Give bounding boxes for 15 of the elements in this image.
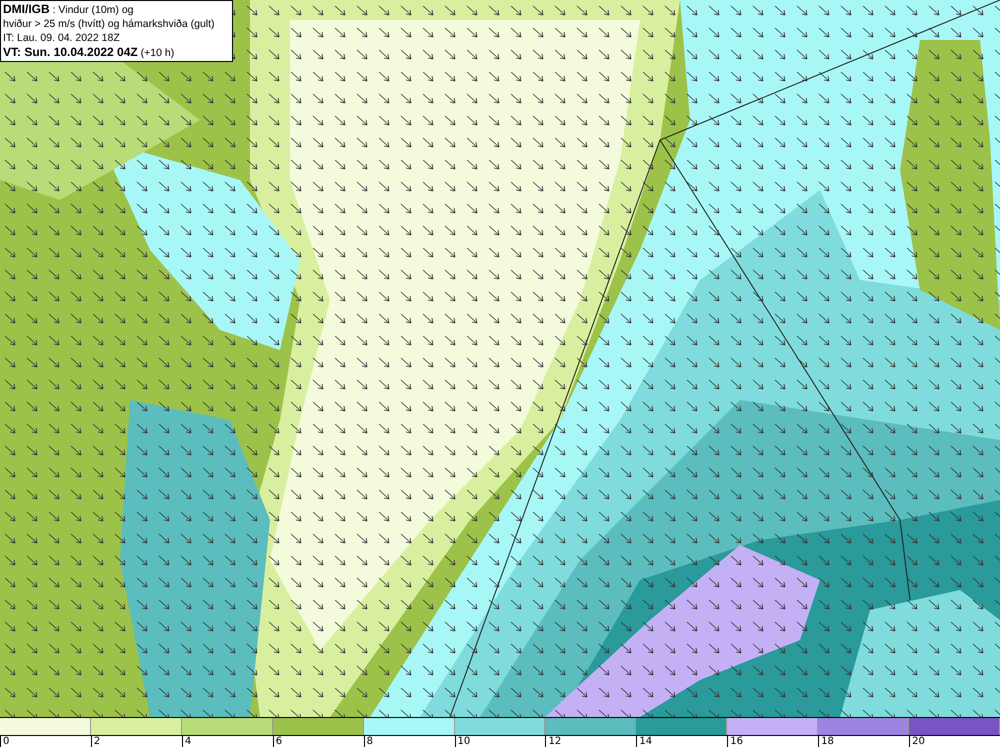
legend-tick-label: 12: [545, 736, 562, 747]
legend-tick-label: 16: [727, 736, 743, 747]
initial-time-text: IT: Lau. 09. 04. 2022 18Z: [3, 31, 121, 45]
legend-tick-label: 14: [636, 736, 652, 747]
valid-time-text: VT: Sun. 10.04.2022 04Z (+10 h): [3, 45, 176, 60]
legend-tick-label: 18: [818, 736, 834, 747]
legend-tick-label: 20: [909, 736, 925, 747]
map-title: DMI/IGB : Vindur (10m) og: [3, 2, 135, 17]
legend-tick-label: 6: [272, 736, 282, 747]
legend-tick-label: 10: [454, 736, 470, 747]
legend-tick-label: 4: [182, 736, 192, 747]
legend-tick-label: 0: [0, 736, 10, 747]
legend-tick-label: 8: [364, 736, 373, 747]
legend-tick-label: 2: [90, 736, 100, 747]
map-subtitle: hviður > 25 m/s (hvítt) og hámarkshviða (gult): [3, 17, 216, 31]
